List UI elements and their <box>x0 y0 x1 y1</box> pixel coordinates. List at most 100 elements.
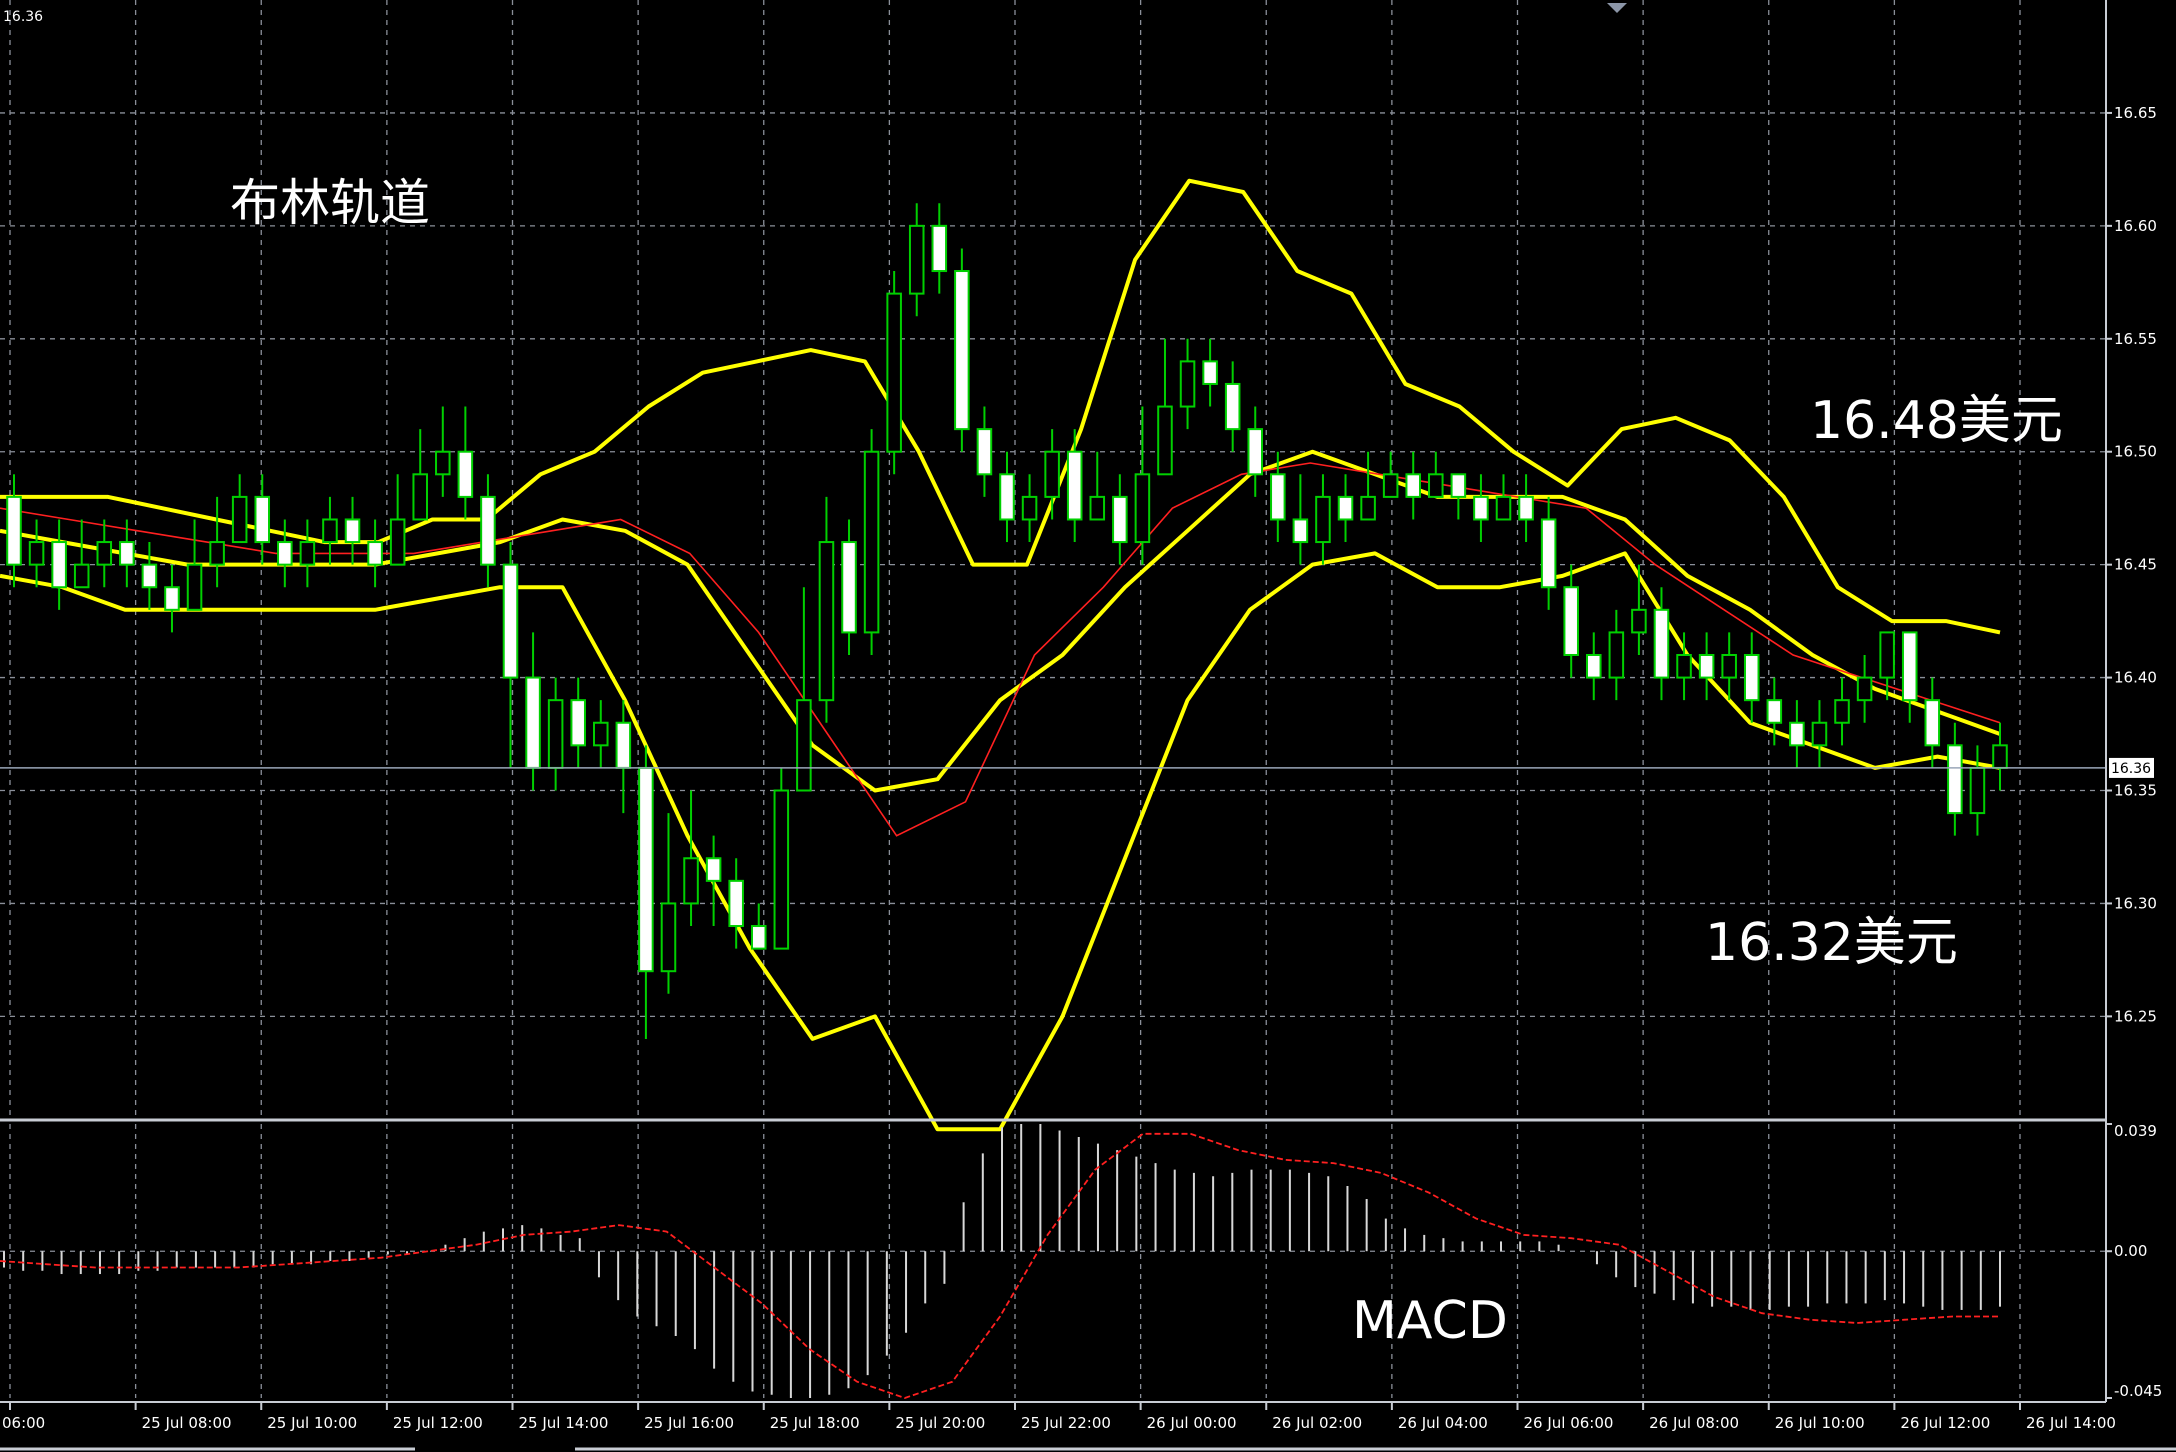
time-tick-label: 25 Jul 12:00 <box>393 1414 483 1432</box>
candle-bull <box>1992 744 2008 769</box>
candle-bull <box>863 450 880 634</box>
candle-bull <box>660 902 677 973</box>
time-tick-label: 26 Jul 10:00 <box>1775 1414 1865 1432</box>
price-tick-label: 16.40 <box>2114 669 2157 687</box>
candle-bear <box>976 428 993 476</box>
candle-bull <box>1834 699 1850 724</box>
candle-bear <box>344 518 361 544</box>
lower-price-annotation: 16.32美元 <box>1705 913 1958 973</box>
candle-bear <box>367 541 383 566</box>
candle-bull <box>1382 473 1399 498</box>
time-tick-label: 25 Jul 14:00 <box>519 1414 609 1432</box>
candle-bear <box>638 766 654 973</box>
candle-bear <box>141 563 158 589</box>
time-tick-label: 25 Jul 16:00 <box>644 1414 734 1432</box>
candle-bear <box>999 473 1015 521</box>
candle-bull <box>1969 766 1986 815</box>
candle-bear <box>1947 744 1963 815</box>
candle-bull <box>299 541 316 566</box>
candle-bear <box>254 495 271 544</box>
time-tick-label: 25 Jul 20:00 <box>895 1414 985 1432</box>
candle-bear <box>1473 495 1489 521</box>
candle-bull <box>389 518 406 566</box>
time-tick-label: 26 Jul 08:00 <box>1649 1414 1739 1432</box>
macd-tick-label: 0.00 <box>2114 1242 2147 1260</box>
candle-bear <box>457 450 474 498</box>
candle-bull <box>1315 495 1331 544</box>
bollinger-annotation: 布林轨道 <box>230 174 430 232</box>
candle-bull <box>683 857 699 905</box>
candle-bull <box>1157 405 1173 476</box>
candle-bear <box>1066 450 1083 521</box>
candle-bear <box>1292 518 1309 544</box>
time-tick-label: 26 Jul 00:00 <box>1147 1414 1237 1432</box>
candle-bull <box>796 699 812 792</box>
time-tick-label: 06:00 <box>2 1414 45 1432</box>
candle-bear <box>570 699 586 747</box>
candle-bear <box>1563 586 1579 656</box>
candle-bull <box>1856 676 1873 702</box>
time-tick-label: 26 Jul 02:00 <box>1272 1414 1362 1432</box>
candle-bear <box>1789 721 1805 747</box>
candle-bear <box>119 541 135 566</box>
candle-bull <box>28 541 45 566</box>
candle-bear <box>841 541 857 634</box>
current-price-value: 16.36 <box>2111 761 2151 777</box>
candle-bear <box>1405 473 1421 498</box>
candle-bear <box>1224 382 1241 431</box>
price-tick-label: 16.45 <box>2114 556 2157 574</box>
candle-bear <box>931 224 948 273</box>
macd-annotation: MACD <box>1352 1291 1508 1351</box>
candle-bear <box>1202 360 1218 385</box>
price-tick-label: 16.35 <box>2114 782 2157 800</box>
price-tick-label: 16.30 <box>2114 894 2157 912</box>
candle-bull <box>773 789 790 950</box>
time-tick-label: 26 Jul 14:00 <box>2026 1414 2116 1432</box>
candle-bull <box>1044 450 1060 498</box>
candle-bull <box>412 473 428 521</box>
candle-bear <box>1743 653 1760 702</box>
candle-bear <box>615 721 632 769</box>
time-tick-label: 25 Jul 08:00 <box>142 1414 232 1432</box>
candle-bull <box>818 541 835 702</box>
candle-bear <box>277 541 293 566</box>
candle-bull <box>1428 473 1444 498</box>
candle-bull <box>1811 721 1828 747</box>
upper-price-annotation: 16.48美元 <box>1810 391 2063 451</box>
candle-bull <box>435 450 451 476</box>
candle-bull <box>908 224 925 295</box>
time-tick-label: 25 Jul 10:00 <box>267 1414 357 1432</box>
candle-bear <box>502 563 519 679</box>
candle-bear <box>750 925 767 950</box>
candle-bull <box>322 518 338 544</box>
candle-bull <box>1134 473 1151 544</box>
time-tick-label: 25 Jul 18:00 <box>770 1414 860 1432</box>
candle-bear <box>525 676 541 769</box>
macd-tick-label: -0.045 <box>2114 1382 2162 1400</box>
trading-chart[interactable]: 16.25 16.30 16.35 16.40 16.45 16.50 16.55 16.60… <box>0 0 2176 1452</box>
candle-bear <box>1270 473 1286 521</box>
candle-bull <box>1179 360 1196 408</box>
candle-bull <box>73 563 90 589</box>
candle-bear <box>1653 608 1670 679</box>
candle-bull <box>886 292 902 453</box>
candle-bull <box>1360 495 1376 521</box>
candle-bull <box>209 541 225 566</box>
current-price-tag: 16.36 <box>2109 757 2154 778</box>
candle-bear <box>1766 699 1783 724</box>
candle-bear <box>6 495 22 566</box>
top-left-price: 16.36 <box>3 9 43 25</box>
candle-bull <box>1021 495 1038 521</box>
candle-bear <box>954 270 970 431</box>
candle-bull <box>1495 495 1512 521</box>
candle-bear <box>1247 428 1264 476</box>
candle-bear <box>1901 631 1918 702</box>
candle-bull <box>547 699 564 769</box>
candle-bear <box>480 495 496 566</box>
price-tick-label: 16.25 <box>2114 1007 2157 1025</box>
candle-bull <box>1089 495 1106 521</box>
candle-bear <box>1698 653 1715 679</box>
candle-bull <box>1879 631 1895 679</box>
candle-bull <box>1631 608 1647 634</box>
price-tick-label: 16.55 <box>2114 330 2157 348</box>
